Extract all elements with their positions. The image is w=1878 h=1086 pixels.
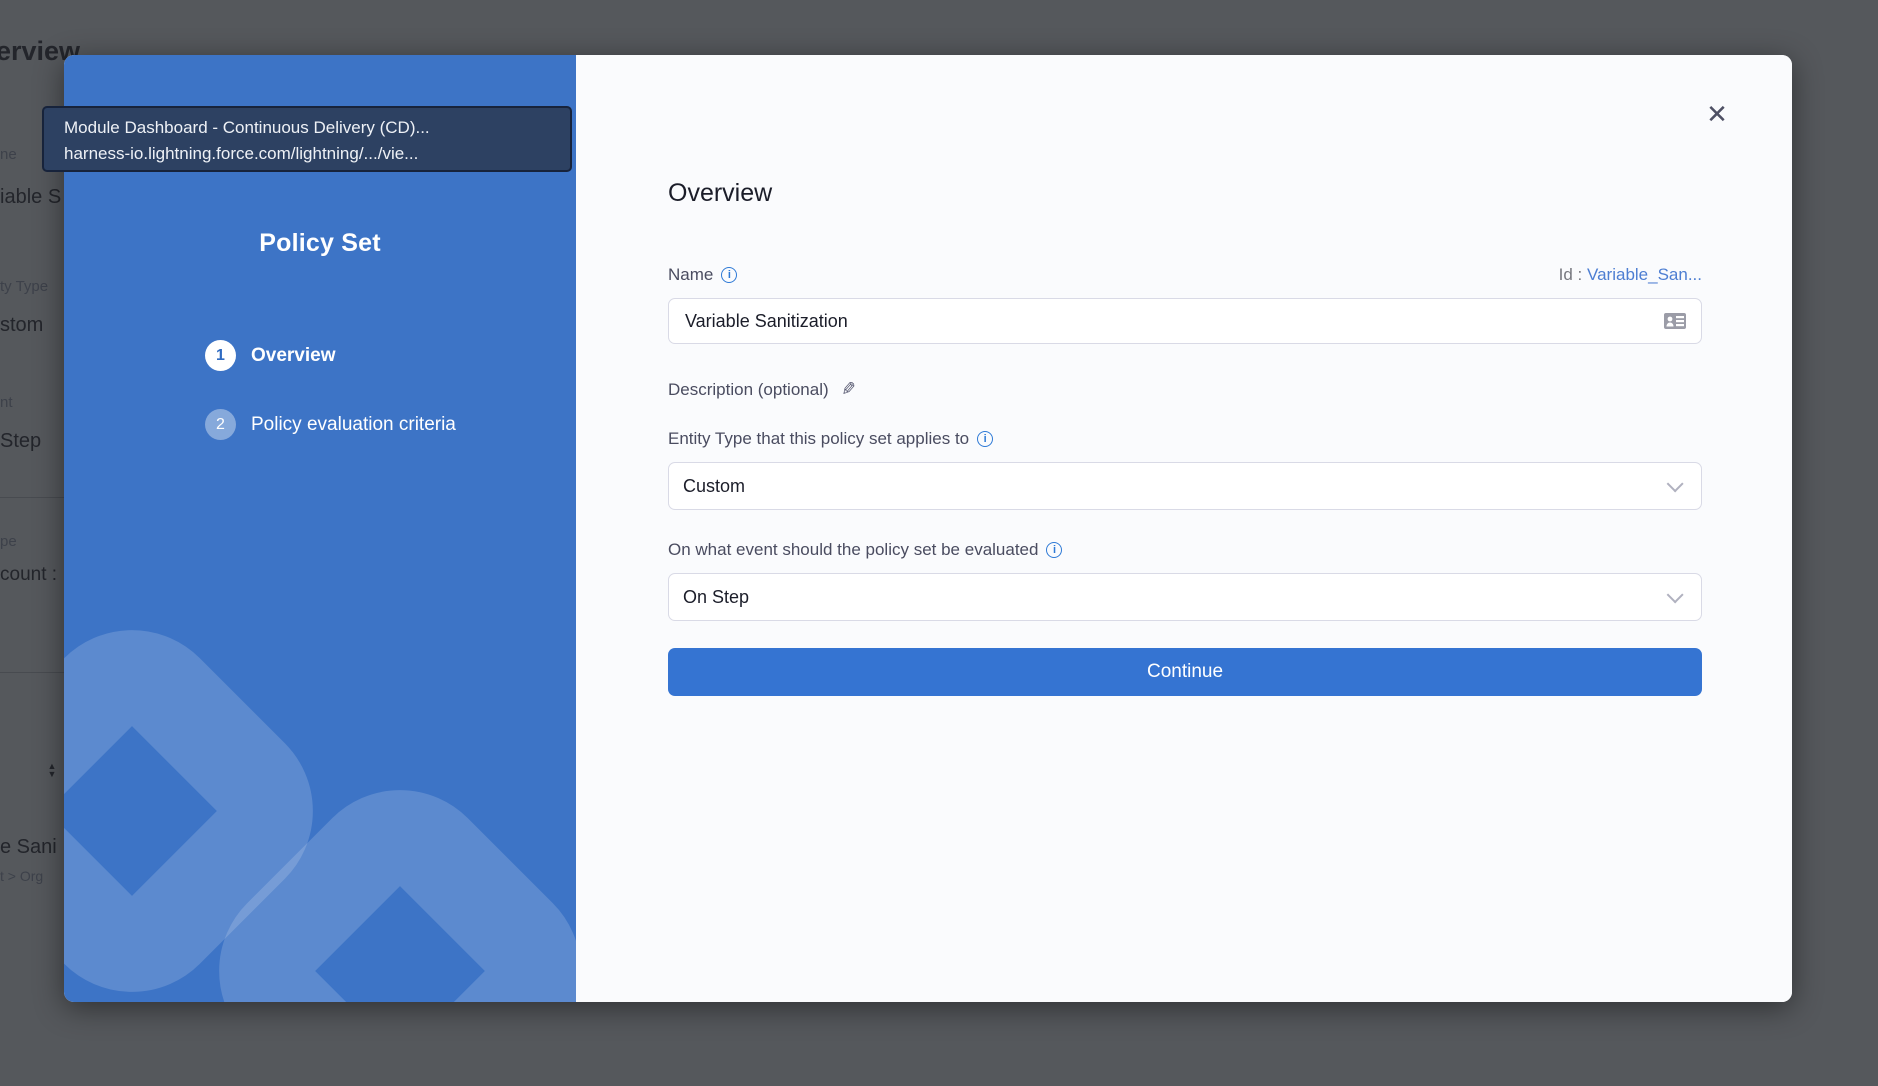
close-icon[interactable]: ✕ xyxy=(1700,97,1734,131)
tab-tooltip-title: Module Dashboard - Continuous Delivery (… xyxy=(64,115,550,141)
bg-row-name: e Sani xyxy=(0,836,57,859)
id-link[interactable]: Variable_San... xyxy=(1587,265,1702,284)
info-icon[interactable]: i xyxy=(1046,542,1062,558)
description-label-row: Description (optional) ✎ xyxy=(668,379,856,400)
bg-entity-label: ty Type xyxy=(0,278,48,295)
name-label: Name xyxy=(668,265,713,285)
bg-divider xyxy=(0,672,64,673)
id-card-icon[interactable] xyxy=(1663,312,1687,330)
event-label-row: On what event should the policy set be e… xyxy=(668,540,1062,560)
wizard-sidebar: Policy Set 1 Overview 2 Policy evaluatio… xyxy=(64,55,576,1002)
entity-type-value: Custom xyxy=(683,476,745,497)
policy-set-modal: Policy Set 1 Overview 2 Policy evaluatio… xyxy=(64,55,1792,1002)
step-label: Policy evaluation criteria xyxy=(251,414,456,436)
bg-event-label: nt xyxy=(0,394,13,411)
bg-name-value: iable S xyxy=(0,186,61,209)
name-label-row: Name i xyxy=(668,265,737,285)
wizard-title: Policy Set xyxy=(64,229,576,258)
overview-step-panel: ✕ Overview Name i Id : Variable_San... xyxy=(576,55,1792,1002)
bg-entity-value: stom xyxy=(0,314,43,337)
event-select[interactable]: On Step xyxy=(668,573,1702,621)
bg-name-label: ne xyxy=(0,146,17,163)
tab-tooltip-url: harness-io.lightning.force.com/lightning… xyxy=(64,141,550,167)
step-label: Overview xyxy=(251,345,336,367)
name-input[interactable] xyxy=(683,310,1663,333)
entity-type-label: Entity Type that this policy set applies… xyxy=(668,429,969,449)
bg-divider xyxy=(0,497,64,498)
wizard-step-overview[interactable]: 1 Overview xyxy=(205,340,336,371)
info-icon[interactable]: i xyxy=(721,267,737,283)
step-number-badge: 1 xyxy=(205,340,236,371)
name-field-wrapper xyxy=(668,298,1702,344)
continue-button[interactable]: Continue xyxy=(668,648,1702,696)
entity-type-label-row: Entity Type that this policy set applies… xyxy=(668,429,993,449)
wizard-step-policy-evaluation-criteria[interactable]: 2 Policy evaluation criteria xyxy=(205,409,456,440)
bg-row-scope: t > Org xyxy=(0,868,43,884)
sort-down-icon: ▼ xyxy=(48,770,57,778)
event-value: On Step xyxy=(683,587,749,608)
entity-id: Id : Variable_San... xyxy=(1559,265,1702,285)
step-number-badge: 2 xyxy=(205,409,236,440)
entity-type-select[interactable]: Custom xyxy=(668,462,1702,510)
bg-type-label: pe xyxy=(0,533,17,550)
bg-event-value: Step xyxy=(0,430,41,453)
browser-tab-tooltip: Module Dashboard - Continuous Delivery (… xyxy=(42,106,572,172)
chevron-down-icon xyxy=(1667,475,1684,492)
id-prefix: Id : xyxy=(1559,265,1583,284)
edit-pencil-icon[interactable]: ✎ xyxy=(840,378,857,400)
description-label: Description (optional) xyxy=(668,380,829,400)
form-heading: Overview xyxy=(668,179,772,208)
info-icon[interactable]: i xyxy=(977,431,993,447)
sort-icon: ▲ ▼ xyxy=(44,762,60,778)
event-label: On what event should the policy set be e… xyxy=(668,540,1038,560)
bg-account-value: count : xyxy=(0,564,57,586)
chevron-down-icon xyxy=(1667,586,1684,603)
